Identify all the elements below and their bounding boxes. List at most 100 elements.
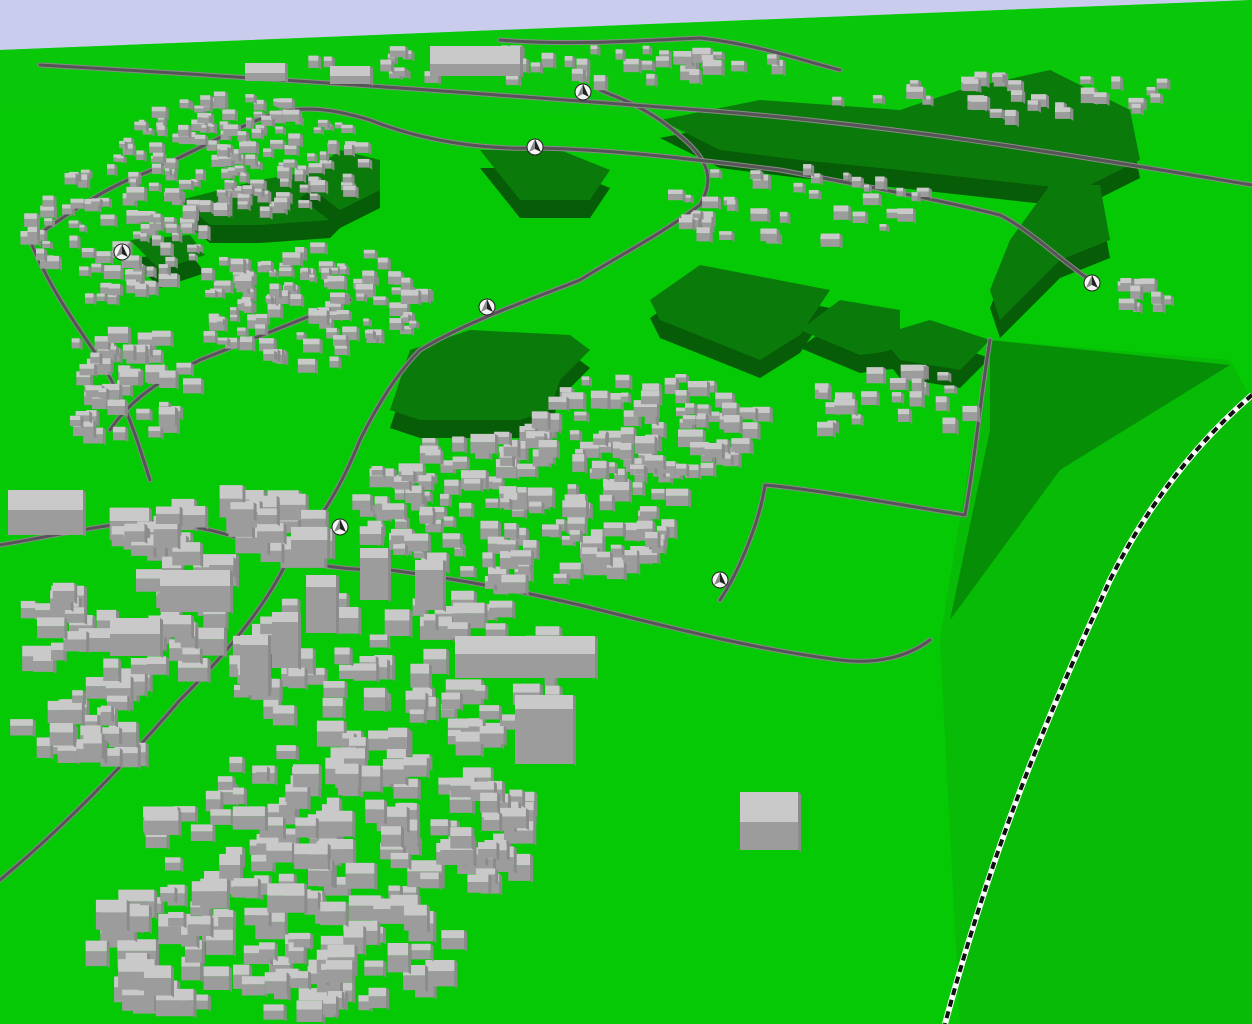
building <box>40 205 57 220</box>
building <box>229 258 247 275</box>
building <box>203 331 219 345</box>
building <box>467 874 492 895</box>
building <box>430 819 451 838</box>
building <box>160 886 178 904</box>
building <box>288 667 308 691</box>
building <box>817 421 836 439</box>
building <box>632 482 646 498</box>
building <box>400 289 422 306</box>
building <box>199 200 214 215</box>
building <box>49 723 76 748</box>
building <box>818 387 831 402</box>
building <box>517 487 530 503</box>
building <box>381 826 404 849</box>
building <box>239 141 259 156</box>
building <box>291 526 331 561</box>
building <box>306 575 339 635</box>
tree-marker-icon <box>574 83 592 101</box>
building <box>266 842 295 865</box>
building <box>450 827 475 851</box>
building <box>85 940 110 969</box>
building <box>541 52 557 70</box>
building <box>124 523 148 544</box>
building <box>240 635 271 697</box>
building <box>241 976 268 998</box>
building <box>27 226 41 242</box>
building <box>675 390 690 406</box>
building <box>308 55 322 70</box>
building <box>852 211 869 225</box>
building <box>218 910 237 929</box>
building <box>112 426 129 443</box>
building <box>288 133 303 148</box>
building <box>590 390 611 411</box>
building <box>267 883 308 915</box>
building <box>178 506 209 530</box>
building <box>409 707 427 725</box>
building <box>151 330 174 348</box>
building <box>596 551 613 568</box>
building <box>483 812 503 833</box>
building <box>861 391 880 408</box>
building <box>359 526 385 547</box>
building <box>365 799 388 826</box>
building <box>203 966 232 992</box>
tree-marker-icon <box>1083 274 1101 292</box>
building <box>160 570 233 614</box>
building <box>144 810 182 838</box>
building <box>8 490 86 537</box>
building <box>276 745 299 762</box>
building <box>635 435 658 456</box>
building <box>35 248 48 263</box>
building <box>159 370 179 391</box>
building <box>377 257 391 272</box>
building <box>474 685 489 701</box>
building <box>452 456 470 472</box>
building <box>126 186 148 203</box>
building <box>897 208 917 224</box>
building <box>562 500 590 520</box>
building <box>259 942 278 962</box>
building <box>935 396 950 413</box>
building <box>760 228 780 244</box>
building <box>282 252 304 268</box>
building <box>441 930 467 952</box>
building <box>673 50 695 67</box>
building <box>103 265 124 282</box>
building <box>323 681 348 700</box>
building <box>69 235 81 250</box>
building <box>1004 109 1019 127</box>
building <box>364 960 387 978</box>
building <box>591 460 610 481</box>
building <box>687 381 710 399</box>
building <box>403 757 430 779</box>
building <box>210 809 234 827</box>
building <box>504 523 520 541</box>
building <box>1010 90 1026 104</box>
building <box>290 971 312 991</box>
building <box>201 267 216 283</box>
building <box>368 987 390 1011</box>
building <box>531 411 551 431</box>
building <box>269 283 282 299</box>
building <box>353 663 380 683</box>
building <box>696 227 713 244</box>
building <box>369 634 391 650</box>
building <box>455 636 598 680</box>
building <box>479 725 507 746</box>
building <box>232 787 247 807</box>
building <box>345 862 378 891</box>
building <box>119 370 142 388</box>
building <box>480 792 501 815</box>
building <box>293 932 314 950</box>
building <box>572 454 588 474</box>
building <box>352 494 374 512</box>
building <box>425 960 458 989</box>
building <box>390 852 412 871</box>
tree-marker-icon <box>331 518 349 536</box>
building <box>46 255 63 272</box>
building <box>263 1004 287 1022</box>
map-3d-viewport[interactable] <box>0 0 1252 1024</box>
building <box>723 414 743 435</box>
building <box>176 362 194 377</box>
